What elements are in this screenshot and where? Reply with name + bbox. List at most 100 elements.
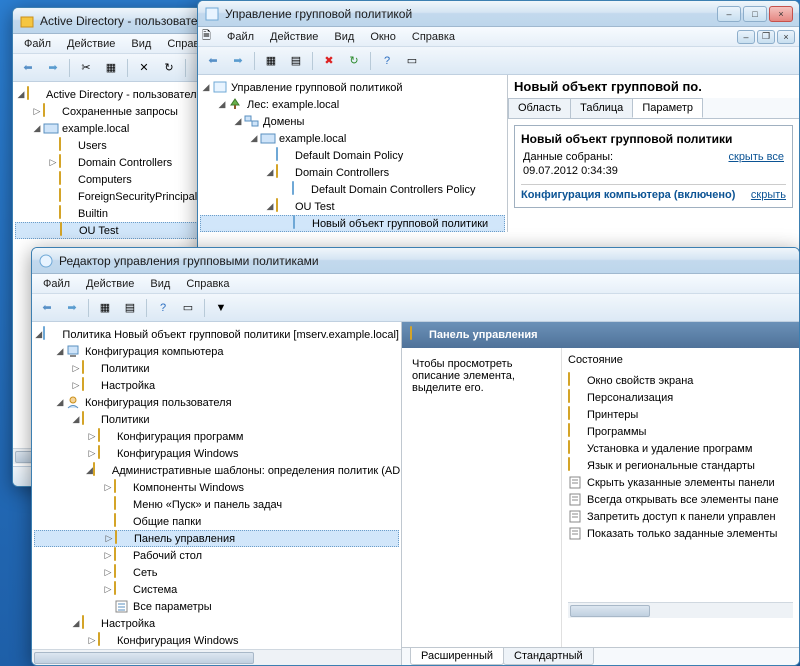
tree-item[interactable]: ◢example.local: [200, 130, 505, 147]
tree-item[interactable]: ▷Рабочий стол: [34, 547, 399, 564]
expand-icon[interactable]: ▷: [31, 106, 43, 118]
menu-action[interactable]: Действие: [79, 276, 141, 292]
delete-button[interactable]: ✕: [133, 57, 155, 79]
expand-icon[interactable]: ▷: [102, 584, 114, 596]
tree-item[interactable]: Общие папки: [34, 513, 399, 530]
close-button[interactable]: ×: [769, 6, 793, 22]
tree-item[interactable]: ◢Политики: [34, 411, 399, 428]
menu-help[interactable]: Справка: [405, 29, 462, 45]
expand-icon[interactable]: ▷: [70, 380, 82, 392]
tree-root[interactable]: ◢ Политика Новый объект групповой полити…: [34, 326, 399, 343]
expand-icon[interactable]: ◢: [31, 123, 43, 135]
expand-icon[interactable]: ◢: [54, 346, 66, 358]
mdi-close-button[interactable]: ×: [777, 30, 795, 44]
copy-button[interactable]: ▦: [260, 50, 282, 72]
tree-item[interactable]: ◢Настройка: [34, 615, 399, 632]
collapse-icon[interactable]: ◢: [34, 329, 43, 341]
back-button[interactable]: ⬅: [17, 57, 39, 79]
tree-item[interactable]: ◢OU Test: [200, 198, 505, 215]
tree-item[interactable]: ▷Конфигурация Windows: [34, 632, 399, 649]
expand-icon[interactable]: [102, 499, 114, 511]
list-item[interactable]: Язык и региональные стандарты: [568, 457, 793, 474]
menu-view[interactable]: Вид: [143, 276, 177, 292]
export-button[interactable]: ▭: [177, 297, 199, 319]
refresh-button[interactable]: ↻: [343, 50, 365, 72]
filter-button[interactable]: ▼: [210, 297, 232, 319]
expand-icon[interactable]: ◢: [54, 397, 66, 409]
options-button[interactable]: ▭: [401, 50, 423, 72]
expand-icon[interactable]: ◢: [232, 116, 244, 128]
tree-item[interactable]: ◢Конфигурация пользователя: [34, 394, 399, 411]
expand-icon[interactable]: [48, 225, 60, 237]
expand-icon[interactable]: [264, 150, 276, 162]
help-button[interactable]: ?: [376, 50, 398, 72]
menu-file[interactable]: Файл: [36, 276, 77, 292]
maximize-button[interactable]: □: [743, 6, 767, 22]
title-bar[interactable]: Управление групповой политикой – □ ×: [198, 1, 799, 27]
hide-all-link[interactable]: скрыть все: [729, 151, 785, 163]
tree-item[interactable]: ◢Административные шаблоны: определения п…: [34, 462, 399, 479]
list-item[interactable]: Окно свойств экрана: [568, 372, 793, 389]
expand-icon[interactable]: [47, 208, 59, 220]
tree-item[interactable]: ◢Домены: [200, 113, 505, 130]
items-list[interactable]: Состояние Окно свойств экранаПерсонализа…: [562, 348, 799, 647]
expand-icon[interactable]: [47, 174, 59, 186]
expand-icon[interactable]: ◢: [70, 414, 82, 426]
expand-icon[interactable]: ▷: [102, 482, 114, 494]
list-item[interactable]: Установка и удаление программ: [568, 440, 793, 457]
tab-settings[interactable]: Параметр: [632, 98, 703, 118]
list-item[interactable]: Принтеры: [568, 406, 793, 423]
horizontal-scrollbar[interactable]: [32, 649, 401, 665]
expand-icon[interactable]: ◢: [264, 201, 276, 213]
column-header[interactable]: Состояние: [568, 354, 793, 366]
minimize-button[interactable]: –: [717, 6, 741, 22]
expand-icon[interactable]: ▷: [102, 567, 114, 579]
menu-action[interactable]: Действие: [60, 36, 122, 52]
menu-view[interactable]: Вид: [124, 36, 158, 52]
back-button[interactable]: ⬅: [36, 297, 58, 319]
properties-button[interactable]: ▦: [100, 57, 122, 79]
expand-icon[interactable]: [281, 218, 293, 230]
tab-scope[interactable]: Область: [508, 98, 571, 118]
menu-view[interactable]: Вид: [327, 29, 361, 45]
tree-item[interactable]: ▷Политики: [34, 360, 399, 377]
help-button[interactable]: ?: [152, 297, 174, 319]
expand-icon[interactable]: ◢: [86, 465, 93, 477]
expand-icon[interactable]: ◢: [248, 133, 260, 145]
mdi-restore-button[interactable]: ❐: [757, 30, 775, 44]
expand-icon[interactable]: ◢: [216, 99, 228, 111]
menu-action[interactable]: Действие: [263, 29, 325, 45]
expand-icon[interactable]: [102, 516, 114, 528]
expand-icon[interactable]: ▷: [86, 635, 98, 647]
expand-icon[interactable]: ▷: [86, 431, 98, 443]
list-item[interactable]: Запретить доступ к панели управлен: [568, 508, 793, 525]
tree-item[interactable]: Все параметры: [34, 598, 399, 615]
menu-help[interactable]: Справка: [179, 276, 236, 292]
tab-table[interactable]: Таблица: [570, 98, 633, 118]
view-large-button[interactable]: ▦: [94, 297, 116, 319]
paste-button[interactable]: ▤: [285, 50, 307, 72]
forward-button[interactable]: ➡: [227, 50, 249, 72]
tree-item[interactable]: ▷Система: [34, 581, 399, 598]
expand-icon[interactable]: ◢: [70, 618, 82, 630]
expand-icon[interactable]: ▷: [47, 157, 59, 169]
back-button[interactable]: ⬅: [202, 50, 224, 72]
menu-window[interactable]: Окно: [363, 29, 403, 45]
list-item[interactable]: Скрыть указанные элементы панели: [568, 474, 793, 491]
expand-icon[interactable]: [102, 601, 114, 613]
expand-icon[interactable]: ◢: [200, 82, 212, 94]
tree-pane[interactable]: ◢ Политика Новый объект групповой полити…: [32, 322, 402, 665]
title-bar[interactable]: Редактор управления групповыми политикам…: [32, 248, 799, 274]
menu-file[interactable]: Файл: [17, 36, 58, 52]
list-item[interactable]: Персонализация: [568, 389, 793, 406]
expand-icon[interactable]: [47, 140, 59, 152]
tree-item[interactable]: ▷Панель управления: [34, 530, 399, 547]
tree-item[interactable]: ◢Domain Controllers: [200, 164, 505, 181]
tree-item[interactable]: ◢Конфигурация компьютера: [34, 343, 399, 360]
collapse-icon[interactable]: ◢: [15, 89, 27, 101]
mdi-minimize-button[interactable]: –: [737, 30, 755, 44]
expand-icon[interactable]: ▷: [70, 363, 82, 375]
expand-icon[interactable]: ▷: [102, 550, 114, 562]
hide-link[interactable]: скрыть: [751, 189, 786, 201]
expand-icon[interactable]: ▷: [103, 533, 115, 545]
